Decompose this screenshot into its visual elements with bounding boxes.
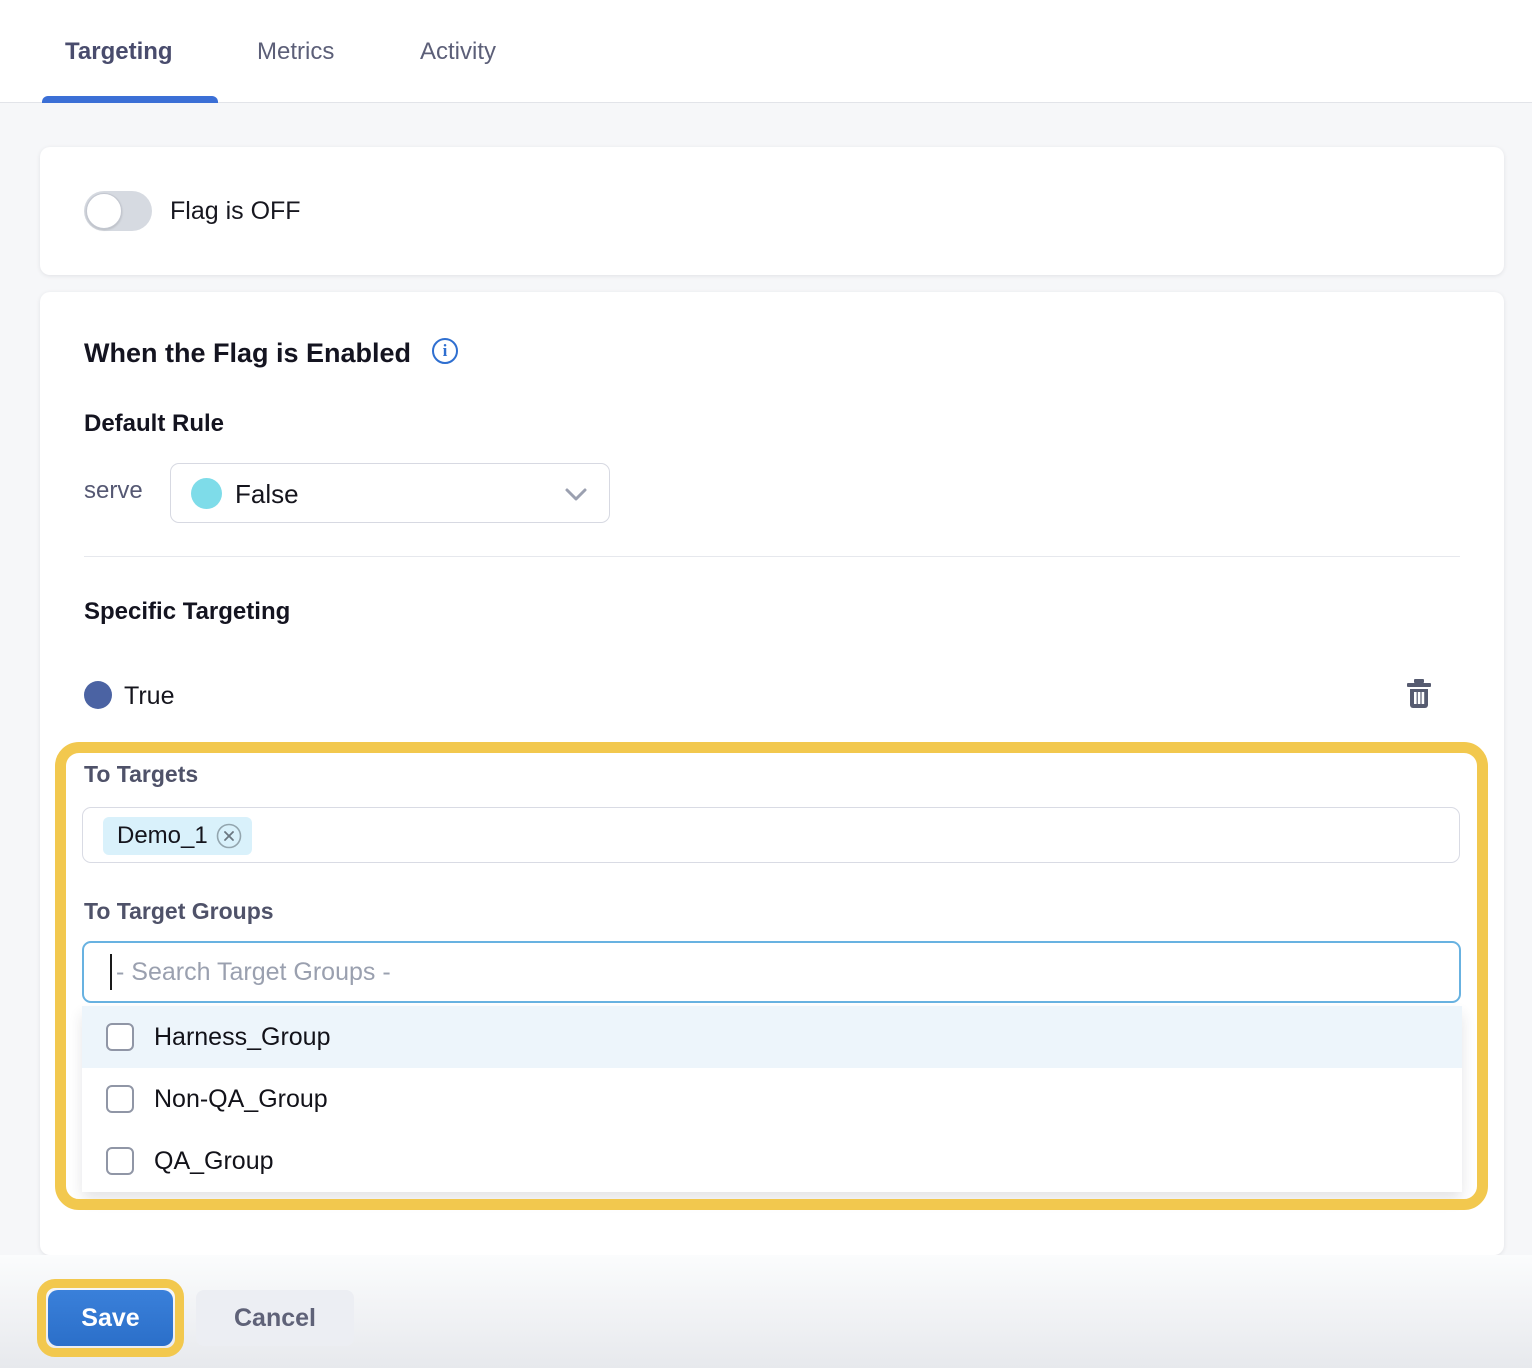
flag-toggle-knob bbox=[86, 193, 122, 229]
targeting-rules-card: When the Flag is Enabled i Default Rule … bbox=[40, 292, 1504, 1255]
selected-variation-name: False bbox=[235, 479, 299, 510]
to-target-groups-label: To Target Groups bbox=[84, 898, 274, 925]
default-rule-variation-select[interactable]: False bbox=[170, 463, 610, 523]
active-tab-indicator bbox=[42, 96, 218, 103]
checkbox-icon[interactable] bbox=[106, 1085, 134, 1113]
flag-status-card: Flag is OFF bbox=[40, 147, 1504, 275]
section-divider bbox=[84, 556, 1460, 557]
tab-activity[interactable]: Activity bbox=[420, 38, 496, 66]
flag-status-label: Flag is OFF bbox=[170, 197, 301, 226]
targets-input[interactable]: Demo_1 bbox=[82, 807, 1460, 863]
chevron-down-icon bbox=[563, 486, 589, 509]
flag-toggle[interactable] bbox=[84, 191, 152, 231]
group-option-qa-group[interactable]: QA_Group bbox=[82, 1130, 1462, 1192]
group-option-non-qa-group[interactable]: Non-QA_Group bbox=[82, 1068, 1462, 1130]
tab-targeting[interactable]: Targeting bbox=[65, 38, 173, 66]
serve-label: serve bbox=[84, 477, 143, 505]
search-placeholder: - Search Target Groups - bbox=[116, 958, 391, 987]
group-option-harness-group[interactable]: Harness_Group bbox=[82, 1006, 1462, 1068]
tab-metrics[interactable]: Metrics bbox=[257, 38, 334, 66]
true-variation-dot bbox=[84, 681, 112, 709]
checkbox-icon[interactable] bbox=[106, 1147, 134, 1175]
group-option-label: Harness_Group bbox=[154, 1023, 330, 1052]
false-variation-dot bbox=[191, 478, 222, 509]
checkbox-icon[interactable] bbox=[106, 1023, 134, 1051]
to-targets-label: To Targets bbox=[84, 761, 198, 788]
info-icon[interactable]: i bbox=[432, 338, 458, 364]
remove-target-icon[interactable] bbox=[216, 823, 242, 849]
feature-flag-targeting-page: Targeting Metrics Activity Flag is OFF W… bbox=[0, 0, 1532, 1368]
cancel-button[interactable]: Cancel bbox=[196, 1290, 354, 1346]
group-option-label: QA_Group bbox=[154, 1147, 274, 1176]
target-groups-dropdown: Harness_Group Non-QA_Group QA_Group bbox=[82, 1006, 1462, 1192]
target-groups-search-input[interactable]: - Search Target Groups - bbox=[82, 941, 1461, 1003]
specific-targeting-variation: True bbox=[124, 682, 174, 711]
group-option-label: Non-QA_Group bbox=[154, 1085, 328, 1114]
save-button[interactable]: Save bbox=[48, 1290, 173, 1346]
text-cursor bbox=[110, 954, 112, 990]
default-rule-heading: Default Rule bbox=[84, 410, 224, 438]
target-chip-label: Demo_1 bbox=[117, 822, 208, 850]
enabled-section-title: When the Flag is Enabled bbox=[84, 338, 411, 369]
specific-targeting-heading: Specific Targeting bbox=[84, 598, 290, 626]
tab-bar: Targeting Metrics Activity bbox=[0, 0, 1532, 103]
target-chip: Demo_1 bbox=[103, 817, 252, 855]
delete-rule-trash-icon[interactable] bbox=[1404, 678, 1436, 710]
